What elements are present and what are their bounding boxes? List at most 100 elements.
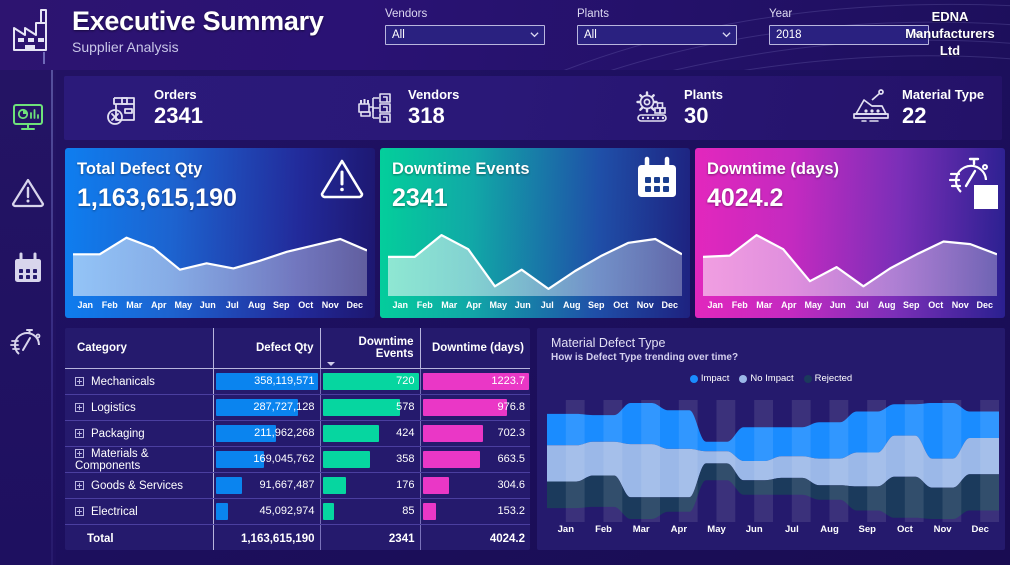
data-bar bbox=[322, 451, 371, 468]
plants-dropdown-value: All bbox=[584, 29, 597, 41]
data-bar bbox=[215, 477, 242, 494]
expand-icon[interactable] bbox=[75, 448, 84, 458]
table-row[interactable]: Mechanicals 358,119,571 720 1223.7 bbox=[65, 368, 531, 395]
sort-descending-icon bbox=[326, 362, 335, 366]
table-row[interactable]: Electrical 45,092,974 85 153.2 bbox=[65, 498, 530, 525]
table-cell-category[interactable]: Mechanicals bbox=[65, 368, 213, 395]
month-label: Jul bbox=[540, 300, 554, 310]
material-defect-type-title: Material Defect Type bbox=[551, 336, 666, 350]
cell-value: 45,092,974 bbox=[259, 505, 315, 517]
damaged-box-icon bbox=[107, 97, 135, 125]
vendors-dropdown[interactable]: All bbox=[385, 25, 545, 45]
category-label: Materials & Components bbox=[75, 447, 149, 472]
category-label: Packaging bbox=[91, 427, 145, 440]
sidebar-item-calendar[interactable] bbox=[10, 250, 46, 286]
expand-icon[interactable] bbox=[75, 376, 84, 386]
month-label: May bbox=[489, 300, 507, 310]
expand-icon[interactable] bbox=[75, 480, 84, 490]
sidebar-divider bbox=[51, 70, 53, 565]
month-label: Mar bbox=[756, 300, 773, 310]
table-col-defect-qty[interactable]: Defect Qty bbox=[212, 328, 320, 369]
card-downtime-events[interactable]: Downtime Events 2341 Jan Feb Mar Apr May Jun J… bbox=[380, 148, 690, 318]
cell-value: 578 bbox=[396, 401, 415, 413]
expand-icon[interactable] bbox=[75, 428, 84, 438]
table-cell-category[interactable]: Materials & Components bbox=[65, 446, 213, 473]
month-label: Jul bbox=[855, 300, 869, 310]
table-col-category[interactable]: Category bbox=[65, 328, 213, 369]
vendor-network-icon bbox=[358, 93, 391, 123]
data-bar bbox=[215, 503, 229, 520]
stopwatch-icon bbox=[10, 329, 41, 355]
stream-month-stripe bbox=[641, 400, 660, 522]
table-cell: 304.6 bbox=[419, 472, 530, 499]
month-label: May bbox=[707, 524, 726, 535]
month-label: Sep bbox=[858, 524, 876, 535]
card-total-defect-qty-months: Jan Feb Mar Apr May Jun Jul Aug Sep Oct Nov Dec bbox=[73, 300, 367, 314]
month-label: Nov bbox=[951, 300, 969, 310]
cell-value: 358 bbox=[396, 453, 415, 465]
month-label: Jan bbox=[392, 300, 408, 310]
warning-triangle-icon bbox=[320, 159, 364, 199]
kpi-orders-value: 2341 bbox=[154, 103, 203, 128]
year-dropdown-value: 2018 bbox=[776, 29, 802, 41]
kpi-material-type: Material Type 22 bbox=[850, 76, 984, 140]
table-cell: 153.2 bbox=[419, 498, 530, 525]
table-row[interactable]: Logistics 287,727,128 578 976.8 bbox=[65, 394, 530, 421]
month-label: Jun bbox=[514, 300, 531, 310]
month-label: Sep bbox=[902, 300, 920, 310]
table-cell-category[interactable]: Packaging bbox=[65, 420, 213, 447]
legend-label: Rejected bbox=[814, 373, 853, 384]
table-col-downtime-days[interactable]: Downtime (days) bbox=[419, 328, 530, 369]
table-row[interactable]: Packaging 211,962,268 424 702.3 bbox=[65, 420, 530, 447]
data-bar-cell: 1223.7 bbox=[421, 369, 531, 394]
card-downtime-events-sparkline bbox=[388, 226, 682, 296]
cell-value: 424 bbox=[396, 427, 415, 439]
table-row[interactable]: Goods & Services 91,667,487 176 304.6 bbox=[65, 472, 530, 499]
month-label: Jul bbox=[225, 300, 239, 310]
legend-item[interactable]: No Impact bbox=[739, 373, 794, 384]
sidebar-item-alerts[interactable] bbox=[10, 174, 46, 210]
kpi-plants-label: Plants bbox=[684, 87, 724, 102]
cell-value: 663.5 bbox=[497, 453, 525, 465]
sidebar-item-dashboard[interactable] bbox=[10, 98, 46, 134]
month-label: Dec bbox=[346, 300, 363, 310]
card-total-defect-qty-sparkline bbox=[73, 226, 367, 296]
cell-value: 91,667,487 bbox=[259, 479, 315, 491]
table-header-row: Category Defect Qty Downtime Events Down… bbox=[65, 328, 530, 369]
dashboard-root: Executive Summary Supplier Analysis Vend… bbox=[0, 0, 1010, 565]
table-cell-category[interactable]: Goods & Services bbox=[65, 472, 213, 499]
data-bar bbox=[422, 425, 484, 442]
month-label: Jan bbox=[557, 524, 575, 535]
table-cell-category[interactable]: Logistics bbox=[65, 394, 213, 421]
kpi-orders: Orders 2341 bbox=[102, 76, 203, 140]
legend-item[interactable]: Impact bbox=[689, 373, 729, 384]
page-header: Executive Summary Supplier Analysis Vend… bbox=[0, 0, 1010, 70]
card-total-defect-qty[interactable]: Total Defect Qty 1,163,615,190 Jan Feb Mar… bbox=[65, 148, 375, 318]
sidebar-item-downtime[interactable] bbox=[10, 326, 46, 362]
month-label: Feb bbox=[101, 300, 118, 310]
table-row[interactable]: Materials & Components 169,045,762 358 663.… bbox=[65, 446, 530, 473]
month-label: Nov bbox=[321, 300, 339, 310]
month-label: Jan bbox=[707, 300, 723, 310]
month-label: Aug bbox=[878, 300, 896, 310]
table-col-downtime-events-label: Downtime Events bbox=[358, 336, 414, 360]
title-block: Executive Summary Supplier Analysis bbox=[72, 6, 324, 57]
table-body: Mechanicals 358,119,571 720 1223.7 Logistics… bbox=[65, 368, 531, 550]
legend-item[interactable]: Rejected bbox=[803, 373, 853, 384]
data-bar-cell: 358 bbox=[321, 447, 420, 472]
month-label: Oct bbox=[928, 300, 944, 310]
data-bar-cell: 85 bbox=[321, 499, 420, 524]
month-label: Apr bbox=[466, 300, 482, 310]
month-label: Apr bbox=[670, 524, 688, 535]
table-cell: 45,092,974 bbox=[212, 498, 320, 525]
stream-month-stripe bbox=[980, 400, 999, 522]
table-col-downtime-events[interactable]: Downtime Events bbox=[319, 328, 420, 369]
plants-dropdown[interactable]: All bbox=[577, 25, 737, 45]
expand-icon[interactable] bbox=[75, 506, 84, 516]
calendar-icon bbox=[638, 156, 676, 197]
table-cell-category[interactable]: Electrical bbox=[65, 498, 213, 525]
table-cell: 976.8 bbox=[419, 394, 530, 421]
data-bar bbox=[422, 399, 508, 416]
card-downtime-days[interactable]: Downtime (days) 4024.2 Jan Feb Mar Apr May Ju… bbox=[695, 148, 1005, 318]
expand-icon[interactable] bbox=[75, 402, 84, 412]
